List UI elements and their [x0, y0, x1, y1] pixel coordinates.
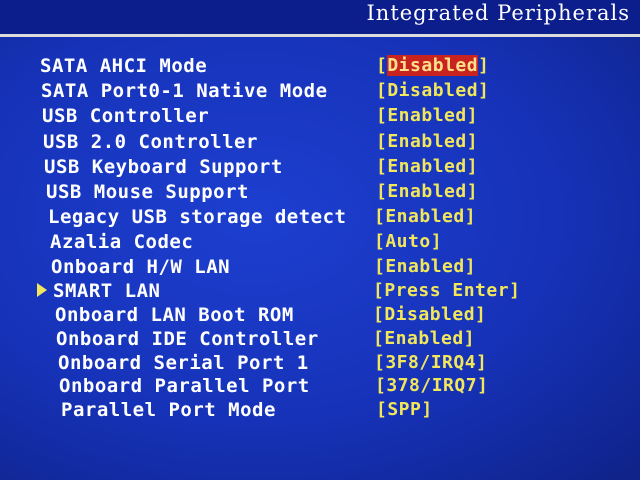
setting-row-azalia-codec[interactable]: Azalia Codec [Auto] — [50, 230, 570, 254]
setting-value[interactable]: [Disabled] — [376, 79, 489, 103]
setting-row-sata-port0-1-native-mode[interactable]: SATA Port0-1 Native Mode [Disabled] — [41, 79, 561, 103]
setting-row-usb-controller[interactable]: USB Controller [Enabled] — [42, 104, 562, 128]
setting-row-smart-lan[interactable]: SMART LAN [Press Enter] — [37, 279, 573, 303]
settings-list: SATA AHCI Mode [Disabled] SATA Port0-1 N… — [0, 0, 640, 480]
setting-value[interactable]: [Enabled] — [373, 327, 475, 351]
setting-value[interactable]: [Auto] — [374, 230, 442, 254]
setting-label: Legacy USB storage detect — [48, 206, 347, 228]
setting-value[interactable]: [Enabled] — [374, 255, 476, 279]
setting-value[interactable]: [SPP] — [376, 398, 433, 422]
setting-value[interactable]: [3F8/IRQ4] — [374, 351, 487, 375]
setting-label: Onboard H/W LAN — [51, 256, 231, 278]
setting-label: Parallel Port Mode — [61, 399, 276, 421]
setting-value[interactable]: [Enabled] — [374, 205, 476, 229]
setting-row-onboard-parallel-port[interactable]: Onboard Parallel Port [378/IRQ7] — [59, 374, 579, 398]
setting-label: Onboard LAN Boot ROM — [55, 304, 294, 326]
setting-value[interactable]: [Press Enter] — [373, 279, 520, 303]
setting-label: USB Keyboard Support — [44, 156, 283, 178]
setting-label: USB 2.0 Controller — [43, 131, 258, 153]
setting-label: Onboard Parallel Port — [59, 375, 310, 397]
setting-value[interactable]: [Enabled] — [376, 104, 478, 128]
setting-label: SMART LAN — [53, 280, 161, 302]
setting-label: SATA AHCI Mode — [40, 55, 208, 77]
submenu-arrow-icon — [37, 283, 47, 297]
setting-label: SATA Port0-1 Native Mode — [41, 80, 328, 102]
setting-row-usb-keyboard-support[interactable]: USB Keyboard Support [Enabled] — [44, 155, 564, 179]
setting-row-usb-2-controller[interactable]: USB 2.0 Controller [Enabled] — [43, 130, 563, 154]
setting-row-onboard-lan-boot-rom[interactable]: Onboard LAN Boot ROM [Disabled] — [55, 303, 575, 327]
setting-label: Onboard IDE Controller — [56, 328, 319, 350]
setting-value[interactable]: [Disabled] — [373, 303, 486, 327]
setting-value[interactable]: [Enabled] — [376, 155, 478, 179]
setting-row-sata-ahci-mode[interactable]: SATA AHCI Mode [Disabled] — [40, 54, 560, 78]
setting-label: USB Controller — [42, 105, 210, 127]
setting-value[interactable]: [Enabled] — [376, 180, 478, 204]
setting-row-onboard-serial-port-1[interactable]: Onboard Serial Port 1 [3F8/IRQ4] — [58, 351, 578, 375]
setting-row-onboard-hw-lan[interactable]: Onboard H/W LAN [Enabled] — [51, 255, 571, 279]
setting-label: Onboard Serial Port 1 — [58, 352, 309, 374]
setting-value[interactable]: [378/IRQ7] — [375, 374, 488, 398]
selected-value[interactable]: Disabled — [387, 55, 479, 76]
setting-row-onboard-ide-controller[interactable]: Onboard IDE Controller [Enabled] — [56, 327, 576, 351]
setting-label: USB Mouse Support — [46, 181, 249, 203]
setting-value[interactable]: [Enabled] — [376, 130, 478, 154]
setting-label: Azalia Codec — [50, 231, 194, 253]
setting-row-legacy-usb-storage-detect[interactable]: Legacy USB storage detect [Enabled] — [48, 205, 568, 229]
setting-row-parallel-port-mode[interactable]: Parallel Port Mode [SPP] — [61, 398, 581, 422]
setting-value[interactable]: [Disabled] — [376, 54, 489, 78]
setting-row-usb-mouse-support[interactable]: USB Mouse Support [Enabled] — [46, 180, 566, 204]
